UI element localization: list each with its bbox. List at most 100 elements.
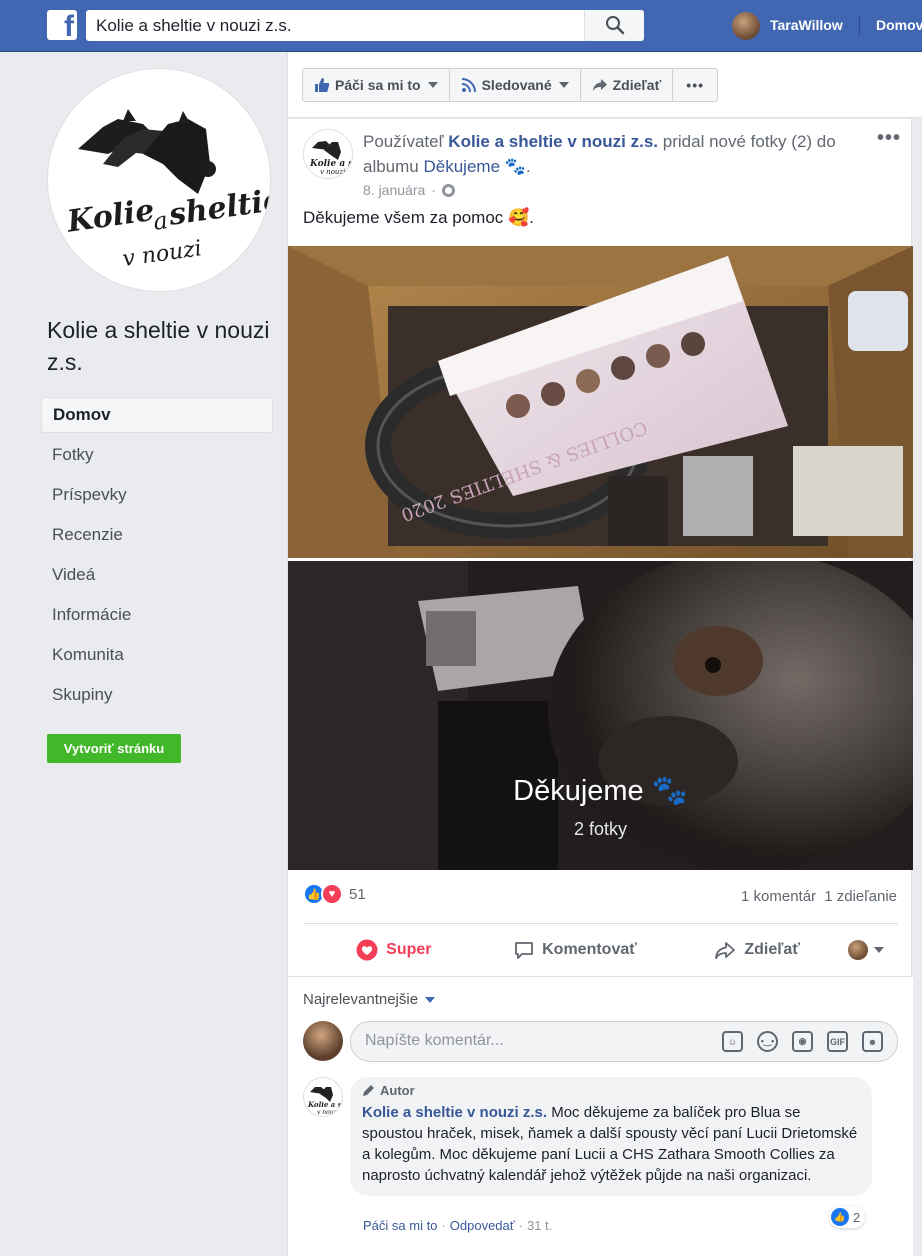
page-logo-icon: Kolie a sheltie v nouzi [64, 109, 270, 272]
svg-text:v nouzi: v nouzi [320, 168, 345, 176]
gif-icon[interactable]: GIF [827, 1031, 848, 1052]
super-label: Super [386, 941, 432, 958]
comment-like-link[interactable]: Páči sa mi to [363, 1218, 437, 1233]
sort-label: Najrelevantnejšie [303, 991, 419, 1008]
like-page-button[interactable]: Páči sa mi to [303, 69, 450, 101]
share-label: Zdieľať [744, 941, 800, 958]
comment-author-link[interactable]: Kolie a sheltie v nouzi z.s. [362, 1104, 547, 1121]
sticker-icon[interactable]: ☺ [722, 1031, 743, 1052]
follow-label: Sledované [481, 77, 552, 93]
nav-item-skupiny[interactable]: Skupiny [41, 677, 273, 713]
heart-icon [356, 939, 378, 961]
post-card: Kolie a sheltie v nouzi Používateľ Kolie… [287, 119, 913, 1256]
author-badge: Autor [362, 1083, 860, 1098]
search-bar[interactable]: Kolie a sheltie v nouzi z.s. [86, 10, 644, 41]
share-arrow-icon [715, 942, 736, 959]
more-options-button[interactable]: ••• [673, 69, 717, 101]
globe-icon [441, 183, 455, 197]
comment-attachment-icons: ☺ •‿• ◉ GIF ☻ [722, 1031, 883, 1052]
like-page-label: Páči sa mi to [335, 77, 421, 93]
create-page-button[interactable]: Vytvoriť stránku [47, 734, 181, 763]
post-header: Používateľ Kolie a sheltie v nouzi z.s. … [363, 129, 853, 179]
rss-icon [461, 78, 476, 93]
avatar [732, 12, 760, 40]
home-link[interactable]: Domov [876, 17, 922, 33]
love-reaction-icon: ♥ [321, 883, 343, 905]
super-reaction-button[interactable]: Super [303, 939, 485, 961]
share-as-selector[interactable] [848, 940, 898, 960]
sticker-face-icon[interactable]: ☻ [862, 1031, 883, 1052]
shares-count-link[interactable]: 1 zdieľanie [824, 888, 897, 905]
nav-item-prispevky[interactable]: Príspevky [41, 477, 273, 513]
share-button[interactable]: Zdieľať [666, 940, 848, 960]
header-suffix: 🐾. [504, 157, 531, 176]
chevron-down-icon [427, 82, 438, 88]
comment-reply-link[interactable]: Odpovedať [450, 1218, 515, 1233]
engagement-counts: 1 komentár 1 zdieľanie [741, 888, 897, 905]
svg-text:v nouzi: v nouzi [317, 1109, 339, 1116]
page-actions-group: Páči sa mi to Sledované Zdieľať ••• [302, 68, 719, 102]
nav-item-fotky[interactable]: Fotky [41, 437, 273, 473]
album-photo-count: 2 fotky [573, 819, 628, 839]
reactions-summary[interactable]: 👍 ♥ 51 [303, 883, 366, 905]
nav-item-komunita[interactable]: Komunita [41, 637, 273, 673]
share-page-label: Zdieľať [612, 77, 662, 93]
nav-item-domov[interactable]: Domov [41, 397, 273, 433]
pencil-icon [363, 1085, 374, 1096]
svg-text:v nouzi: v nouzi [121, 236, 203, 272]
album-link[interactable]: Děkujeme [424, 157, 501, 176]
nav-item-recenzie[interactable]: Recenzie [41, 517, 273, 553]
svg-text:Kolie: Kolie [64, 193, 156, 240]
top-bar: f Kolie a sheltie v nouzi z.s. TaraWillo… [0, 0, 922, 52]
nav-item-videa[interactable]: Videá [41, 557, 273, 593]
post-date[interactable]: 8. januára [363, 182, 425, 198]
divider [859, 16, 860, 36]
post-options-button[interactable]: ••• [877, 127, 901, 150]
search-button[interactable] [584, 10, 644, 41]
chevron-down-icon [558, 82, 569, 88]
comment-text: Kolie a sheltie v nouzi z.s. Moc děkujem… [362, 1102, 860, 1186]
more-dots-icon: ••• [686, 77, 705, 93]
page-navigation: Domov Fotky Príspevky Recenzie Videá Inf… [41, 397, 273, 717]
follow-button[interactable]: Sledované [450, 69, 581, 101]
comment-reactions[interactable]: 👍 2 [829, 1206, 866, 1228]
thumbs-up-icon [315, 78, 330, 92]
avatar [848, 940, 869, 960]
svg-text:Kolie a sheltie: Kolie a sheltie [307, 1100, 343, 1109]
chevron-down-icon [874, 947, 885, 953]
comment-box[interactable]: ☺ •‿• ◉ GIF ☻ [350, 1021, 898, 1062]
comment-input[interactable] [365, 1032, 705, 1050]
post-author-avatar[interactable]: Kolie a sheltie v nouzi [303, 129, 353, 179]
page-logo-icon: Kolie a sheltie v nouzi [309, 141, 352, 176]
album-cover-photo[interactable]: Děkujeme 🐾 2 fotky [288, 561, 913, 870]
comment-icon [515, 942, 534, 959]
comment-time[interactable]: 31 t. [527, 1218, 552, 1233]
search-icon [606, 16, 625, 35]
comment-bubble: Autor Kolie a sheltie v nouzi z.s. Moc d… [350, 1077, 872, 1196]
author-badge-label: Autor [380, 1083, 415, 1098]
post-meta: 8. januára · [363, 182, 455, 198]
divider [303, 923, 898, 924]
comment-author-avatar[interactable]: Kolie a sheltie v nouzi [303, 1077, 343, 1117]
post-author-link[interactable]: Kolie a sheltie v nouzi z.s. [448, 132, 658, 151]
emoji-icon[interactable]: •‿• [757, 1031, 778, 1052]
svg-text:a: a [151, 206, 169, 236]
like-reaction-icon: 👍 [831, 1208, 849, 1226]
comments-count-link[interactable]: 1 komentár [741, 888, 816, 905]
camera-icon[interactable]: ◉ [792, 1031, 813, 1052]
share-page-button[interactable]: Zdieľať [581, 69, 674, 101]
post-photo-1[interactable]: COLLIES & SHELTIES 2020 [288, 246, 913, 558]
chevron-down-icon [425, 996, 436, 1003]
post-action-bar: Super Komentovať Zdieľať [303, 928, 898, 972]
facebook-logo-icon[interactable]: f [47, 10, 77, 43]
nav-item-informacie[interactable]: Informácie [41, 597, 273, 633]
album-title-overlay: Děkujeme 🐾 [513, 775, 688, 807]
page-action-bar: Páči sa mi to Sledované Zdieľať ••• [287, 52, 922, 118]
page-title: Kolie a sheltie v nouzi z.s. [47, 317, 270, 375]
comment-button[interactable]: Komentovať [485, 940, 667, 960]
page-profile-picture[interactable]: Kolie a sheltie v nouzi [47, 68, 271, 292]
search-input[interactable]: Kolie a sheltie v nouzi z.s. [96, 16, 292, 36]
comment-sort-selector[interactable]: Najrelevantnejšie [303, 991, 436, 1008]
page-logo-icon: Kolie a sheltie v nouzi [307, 1087, 343, 1116]
photo-box-image: COLLIES & SHELTIES 2020 [288, 246, 913, 558]
